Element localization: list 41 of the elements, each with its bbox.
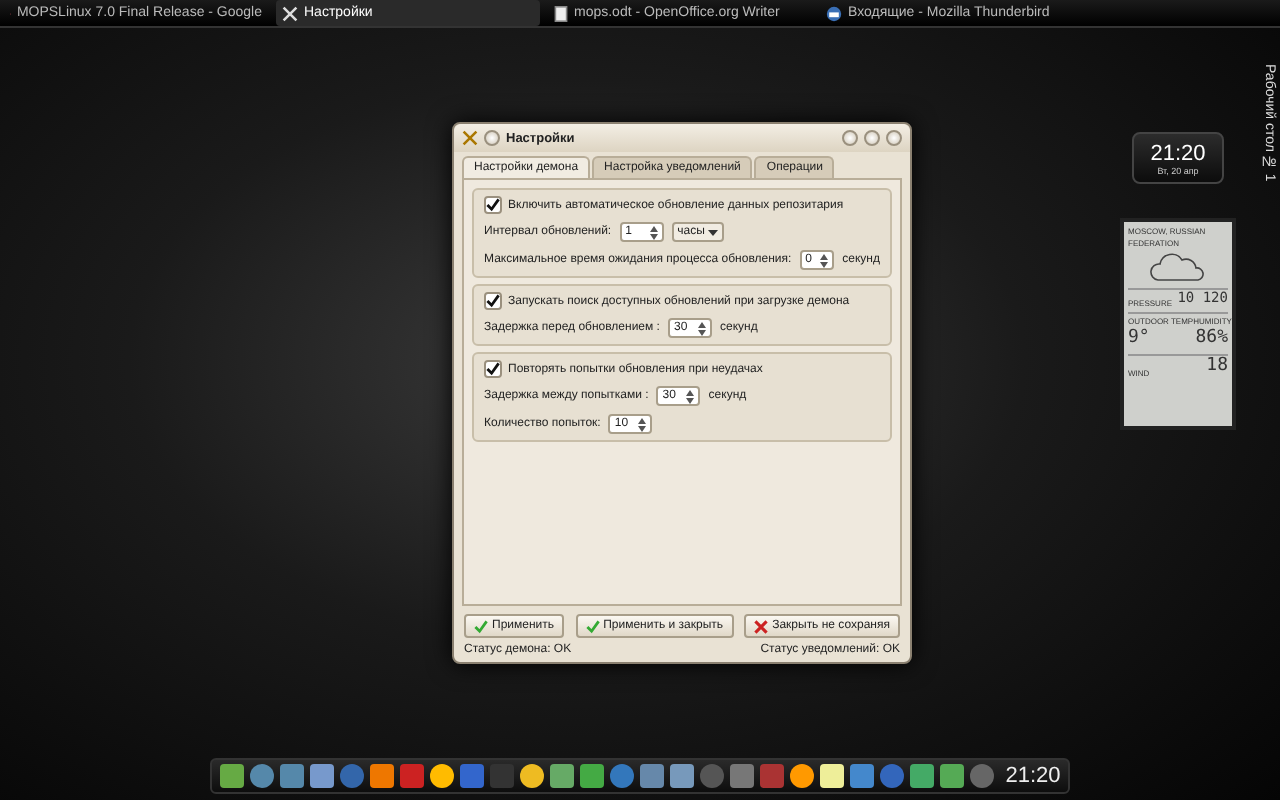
check-icon: [486, 294, 500, 308]
app-icon[interactable]: [309, 764, 334, 788]
tools-icon: [462, 130, 478, 146]
checkbox[interactable]: [484, 292, 502, 310]
mail-icon: [826, 5, 842, 21]
spin-arrows-icon: [697, 321, 706, 335]
spin-arrows-icon: [686, 389, 695, 403]
close-button[interactable]: [886, 130, 902, 146]
app-icon[interactable]: [429, 764, 454, 788]
app-icon[interactable]: [549, 764, 574, 788]
spin-arrows-icon: [820, 253, 829, 267]
maximize-button[interactable]: [864, 130, 880, 146]
check-icon: [486, 362, 500, 376]
minimize-button[interactable]: [842, 130, 858, 146]
check-icon: [585, 619, 600, 633]
app-icon[interactable]: [219, 764, 244, 788]
spin-arrows-icon: [649, 225, 658, 239]
app-icon[interactable]: [939, 764, 964, 788]
checkbox[interactable]: [484, 360, 502, 378]
pin-button[interactable]: [484, 130, 500, 146]
app-icon[interactable]: [369, 764, 394, 788]
spin-arrows-icon: [638, 417, 647, 431]
app-icon[interactable]: [789, 764, 814, 788]
check-icon: [474, 619, 488, 633]
caret-icon: [707, 229, 718, 235]
cloud-icon: [1150, 252, 1206, 285]
app-icon[interactable]: [909, 764, 934, 788]
document-icon: [554, 5, 568, 21]
clock-time: 21:20: [1150, 141, 1206, 165]
app-icon[interactable]: [819, 764, 844, 788]
weather-value: 86%: [1195, 330, 1228, 350]
weather-value: 9°: [1128, 330, 1150, 350]
dock-clock: 21:20: [1005, 764, 1061, 788]
checkbox[interactable]: [484, 196, 502, 214]
app-icon[interactable]: [669, 764, 694, 788]
check-icon: [486, 198, 500, 212]
app-icon[interactable]: [519, 764, 544, 788]
cross-icon: [754, 619, 769, 633]
app-icon[interactable]: [579, 764, 604, 788]
tools-icon: [282, 5, 298, 21]
weather-value: 18: [1206, 357, 1228, 378]
